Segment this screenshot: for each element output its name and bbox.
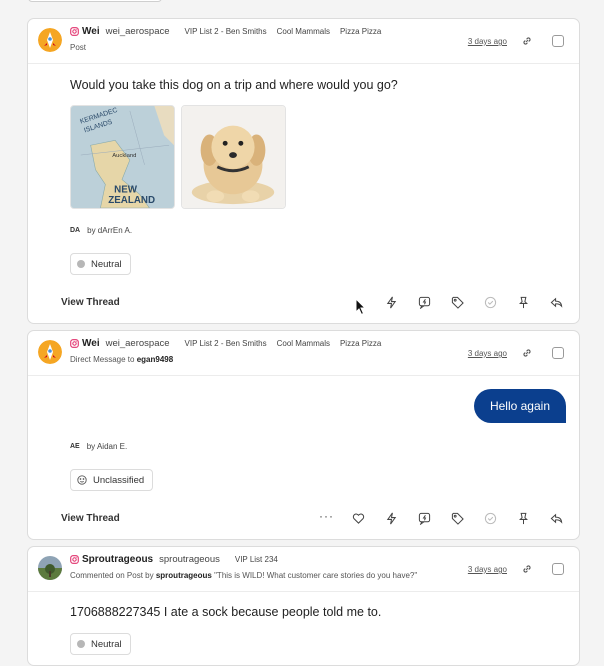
svg-text:NEW: NEW	[114, 184, 138, 195]
sentiment-label: Neutral	[91, 638, 122, 650]
puppy-image[interactable]	[181, 105, 286, 209]
instagram-icon	[70, 555, 79, 564]
tag-icon[interactable]	[451, 512, 464, 525]
context-quote: "This is WILD! What customer care storie…	[214, 571, 418, 580]
assignee: AE by Aidan E.	[70, 442, 127, 451]
select-checkbox[interactable]	[552, 563, 564, 575]
message-bubble: Hello again	[473, 389, 566, 423]
card-header: Wei wei_aerospace VIP List 2 - Ben Smith…	[28, 19, 579, 64]
author-handle: sproutrageous	[159, 554, 220, 565]
instagram-icon	[70, 27, 79, 36]
post-card: Wei wei_aerospace VIP List 2 - Ben Smith…	[27, 18, 580, 324]
card-header: Sproutrageous sproutrageous VIP List 234…	[28, 547, 579, 592]
context-prefix: Commented on Post by	[70, 571, 154, 580]
map-image[interactable]: KERMADEC ISLANDS Auckland NEW ZEALAND	[70, 105, 175, 209]
author-name[interactable]: Wei	[82, 338, 100, 349]
list-tag: Cool Mammals	[276, 27, 330, 36]
reply-icon[interactable]	[550, 512, 563, 525]
reply-icon[interactable]	[550, 296, 563, 309]
more-options-button[interactable]: ···	[319, 509, 334, 523]
post-text: Would you take this dog on a trip and wh…	[70, 78, 398, 92]
svg-text:ZEALAND: ZEALAND	[108, 195, 155, 206]
link-icon[interactable]	[521, 347, 533, 359]
sentiment-badge[interactable]: Neutral	[70, 253, 131, 275]
timestamp[interactable]: 3 days ago	[468, 349, 507, 358]
author-name[interactable]: Wei	[82, 26, 100, 37]
list-tag: Pizza Pizza	[339, 339, 382, 348]
list-tag: Cool Mammals	[276, 339, 330, 348]
message-recipient: Direct Message to egan9498	[70, 355, 173, 364]
comment-card: Sproutrageous sproutrageous VIP List 234…	[27, 546, 580, 666]
view-thread-link[interactable]: View Thread	[61, 297, 120, 308]
comment-context: Commented on Post by sproutrageous "This…	[70, 571, 417, 580]
recipient-prefix: Direct Message to	[70, 355, 135, 364]
assignee-avatar: DA	[70, 227, 81, 234]
reply-bubble-icon[interactable]	[418, 296, 431, 309]
view-thread-link[interactable]: View Thread	[61, 513, 120, 524]
neutral-dot-icon	[77, 260, 85, 268]
neutral-dot-icon	[77, 640, 85, 648]
unclassified-face-icon	[77, 475, 87, 485]
sentiment-badge[interactable]: Neutral	[70, 633, 131, 655]
author-name[interactable]: Sproutrageous	[82, 554, 153, 565]
reply-bubble-icon[interactable]	[418, 512, 431, 525]
select-checkbox[interactable]	[552, 347, 564, 359]
select-checkbox[interactable]	[552, 35, 564, 47]
sentiment-label: Neutral	[91, 258, 122, 270]
list-tag: VIP List 2 - Ben Smiths	[184, 339, 267, 348]
mouse-cursor-icon	[355, 298, 367, 316]
tag-icon[interactable]	[451, 296, 464, 309]
pin-icon[interactable]	[517, 296, 530, 309]
bolt-icon[interactable]	[385, 512, 398, 525]
card-header: Wei wei_aerospace VIP List 2 - Ben Smith…	[28, 331, 579, 376]
timestamp[interactable]: 3 days ago	[468, 565, 507, 574]
post-type: Post	[70, 43, 87, 52]
message-card: Wei wei_aerospace VIP List 2 - Ben Smith…	[27, 330, 580, 540]
previous-card-edge	[28, 0, 162, 2]
list-tag: VIP List 234	[234, 555, 278, 564]
recipient-user[interactable]: egan9498	[137, 355, 173, 364]
sentiment-label: Unclassified	[93, 474, 145, 486]
link-icon[interactable]	[521, 563, 533, 575]
sentiment-badge[interactable]: Unclassified	[70, 469, 154, 491]
comment-text: 1706888227345 I ate a sock because peopl…	[70, 605, 382, 619]
avatar[interactable]	[38, 340, 62, 364]
check-circle-icon[interactable]	[484, 296, 497, 309]
pin-icon[interactable]	[517, 512, 530, 525]
timestamp[interactable]: 3 days ago	[468, 37, 507, 46]
assignee-avatar: AE	[70, 443, 80, 450]
bolt-icon[interactable]	[385, 296, 398, 309]
avatar[interactable]	[38, 28, 62, 52]
author-handle: wei_aerospace	[105, 26, 170, 37]
instagram-icon	[70, 339, 79, 348]
assignee: DA by dArrEn A.	[70, 226, 132, 235]
like-icon[interactable]	[352, 512, 365, 525]
assignee-label: by Aidan E.	[86, 442, 128, 451]
list-tag: VIP List 2 - Ben Smiths	[184, 27, 267, 36]
link-icon[interactable]	[521, 35, 533, 47]
check-circle-icon[interactable]	[484, 512, 497, 525]
assignee-label: by dArrEn A.	[87, 226, 133, 235]
avatar[interactable]	[38, 556, 62, 580]
context-user[interactable]: sproutrageous	[156, 571, 212, 580]
svg-text:Auckland: Auckland	[112, 153, 136, 159]
list-tag: Pizza Pizza	[339, 27, 382, 36]
author-handle: wei_aerospace	[105, 338, 170, 349]
